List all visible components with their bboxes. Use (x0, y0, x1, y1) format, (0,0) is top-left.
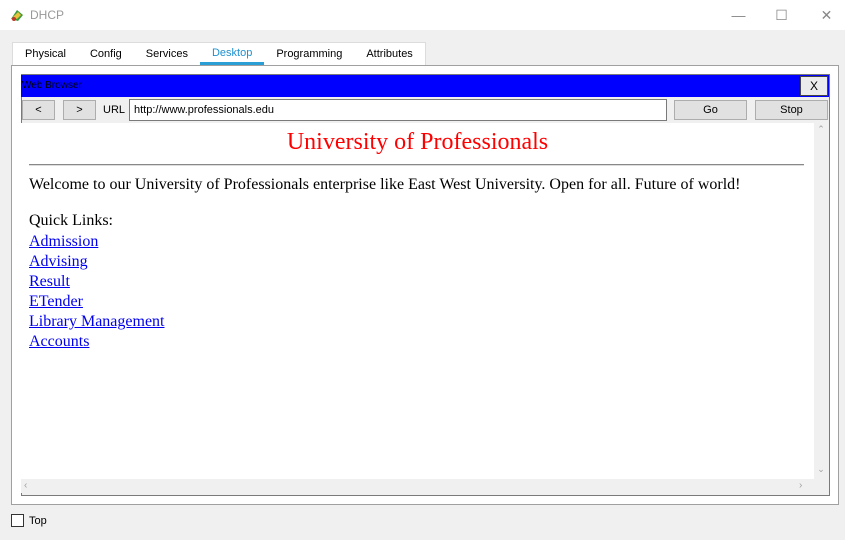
page-heading: University of Professionals (286, 129, 549, 155)
close-icon[interactable]: ✕ (804, 0, 845, 30)
link-accounts[interactable]: Accounts (29, 332, 165, 352)
maximize-icon[interactable]: ☐ (759, 0, 804, 30)
minimize-icon[interactable]: — (716, 0, 761, 30)
link-etender[interactable]: ETender (29, 292, 165, 312)
scroll-right-icon[interactable]: › (799, 480, 811, 492)
device-tabs: Physical Config Services Desktop Program… (12, 42, 426, 65)
welcome-text: Welcome to our University of Professiona… (29, 176, 741, 193)
go-button[interactable]: Go (674, 100, 747, 120)
tab-programming[interactable]: Programming (264, 42, 355, 65)
scroll-down-icon[interactable]: ⌄ (814, 464, 828, 476)
link-advising[interactable]: Advising (29, 252, 165, 272)
tab-desktop[interactable]: Desktop (199, 42, 265, 65)
heading-divider (29, 164, 804, 166)
app-window: DHCP — ☐ ✕ Physical Config Services Desk… (0, 0, 845, 540)
packet-tracer-app-icon (9, 7, 25, 23)
forward-button[interactable]: > (63, 100, 96, 120)
quick-links-list: Admission Advising Result ETender Librar… (29, 232, 165, 352)
stop-button[interactable]: Stop (755, 100, 828, 120)
scroll-up-icon[interactable]: ⌃ (814, 124, 828, 136)
top-checkbox[interactable] (11, 514, 24, 527)
browser-close-button[interactable]: X (800, 76, 828, 96)
window-titlebar[interactable]: DHCP — ☐ ✕ (0, 0, 845, 30)
vertical-scrollbar[interactable] (814, 123, 828, 479)
browser-page-content: University of Professionals Welcome to o… (21, 123, 814, 479)
top-checkbox-label: Top (29, 515, 47, 527)
link-admission[interactable]: Admission (29, 232, 165, 252)
quick-links-title: Quick Links: (29, 212, 113, 229)
browser-title: Web Browser (22, 80, 82, 91)
back-button[interactable]: < (22, 100, 55, 120)
tab-attributes[interactable]: Attributes (354, 42, 426, 65)
tab-physical[interactable]: Physical (12, 42, 78, 65)
browser-titlebar[interactable] (21, 75, 829, 97)
horizontal-scrollbar[interactable] (21, 479, 814, 493)
url-input[interactable] (129, 99, 667, 121)
scroll-left-icon[interactable]: ‹ (24, 480, 36, 492)
link-result[interactable]: Result (29, 272, 165, 292)
url-label: URL (103, 104, 126, 116)
link-library-management[interactable]: Library Management (29, 312, 165, 332)
tab-services[interactable]: Services (133, 42, 200, 65)
tab-config[interactable]: Config (77, 42, 134, 65)
window-title: DHCP (30, 8, 65, 22)
